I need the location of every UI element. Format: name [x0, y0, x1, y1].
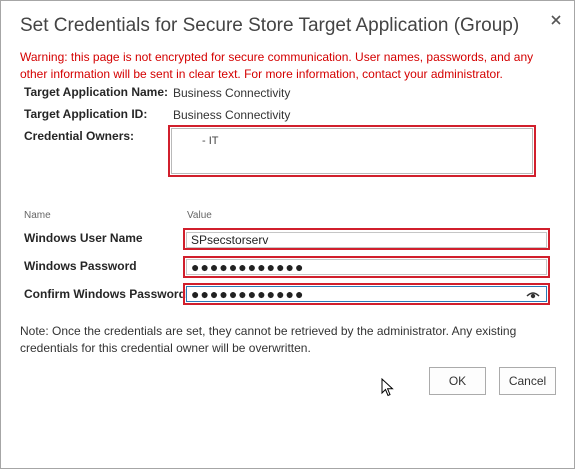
eye-icon[interactable] [526, 288, 540, 300]
credential-owner-entry: - IT [202, 135, 219, 147]
set-credentials-dialog: Set Credentials for Secure Store Target … [0, 0, 575, 469]
close-icon[interactable] [546, 10, 566, 30]
windows-password-input[interactable] [186, 259, 547, 275]
windows-username-field[interactable] [183, 228, 550, 250]
credential-owners-label: Credential Owners: [24, 129, 135, 143]
windows-password-field[interactable] [183, 256, 550, 278]
credential-owners-input[interactable]: - IT [171, 128, 533, 174]
windows-username-label: Windows User Name [24, 231, 143, 245]
credential-owners-field[interactable]: - IT [168, 125, 536, 177]
value-column-header: Value [187, 210, 212, 221]
confirm-password-input[interactable] [186, 286, 547, 302]
target-app-id-value: Business Connectivity [173, 108, 291, 122]
target-app-id-label: Target Application ID: [24, 107, 148, 121]
ok-button[interactable]: OK [429, 367, 486, 395]
windows-password-label: Windows Password [24, 259, 137, 273]
confirm-password-label: Confirm Windows Password [24, 287, 186, 301]
target-app-name-label: Target Application Name: [24, 85, 169, 99]
confirm-password-field[interactable] [183, 283, 550, 305]
cancel-button[interactable]: Cancel [499, 367, 556, 395]
target-app-name-value: Business Connectivity [173, 86, 291, 100]
mouse-pointer-icon [381, 377, 395, 403]
dialog-title: Set Credentials for Secure Store Target … [20, 15, 520, 36]
security-warning: Warning: this page is not encrypted for … [20, 50, 534, 81]
credentials-note: Note: Once the credentials are set, they… [20, 324, 517, 355]
name-column-header: Name [24, 210, 51, 221]
windows-username-input[interactable] [186, 232, 547, 248]
